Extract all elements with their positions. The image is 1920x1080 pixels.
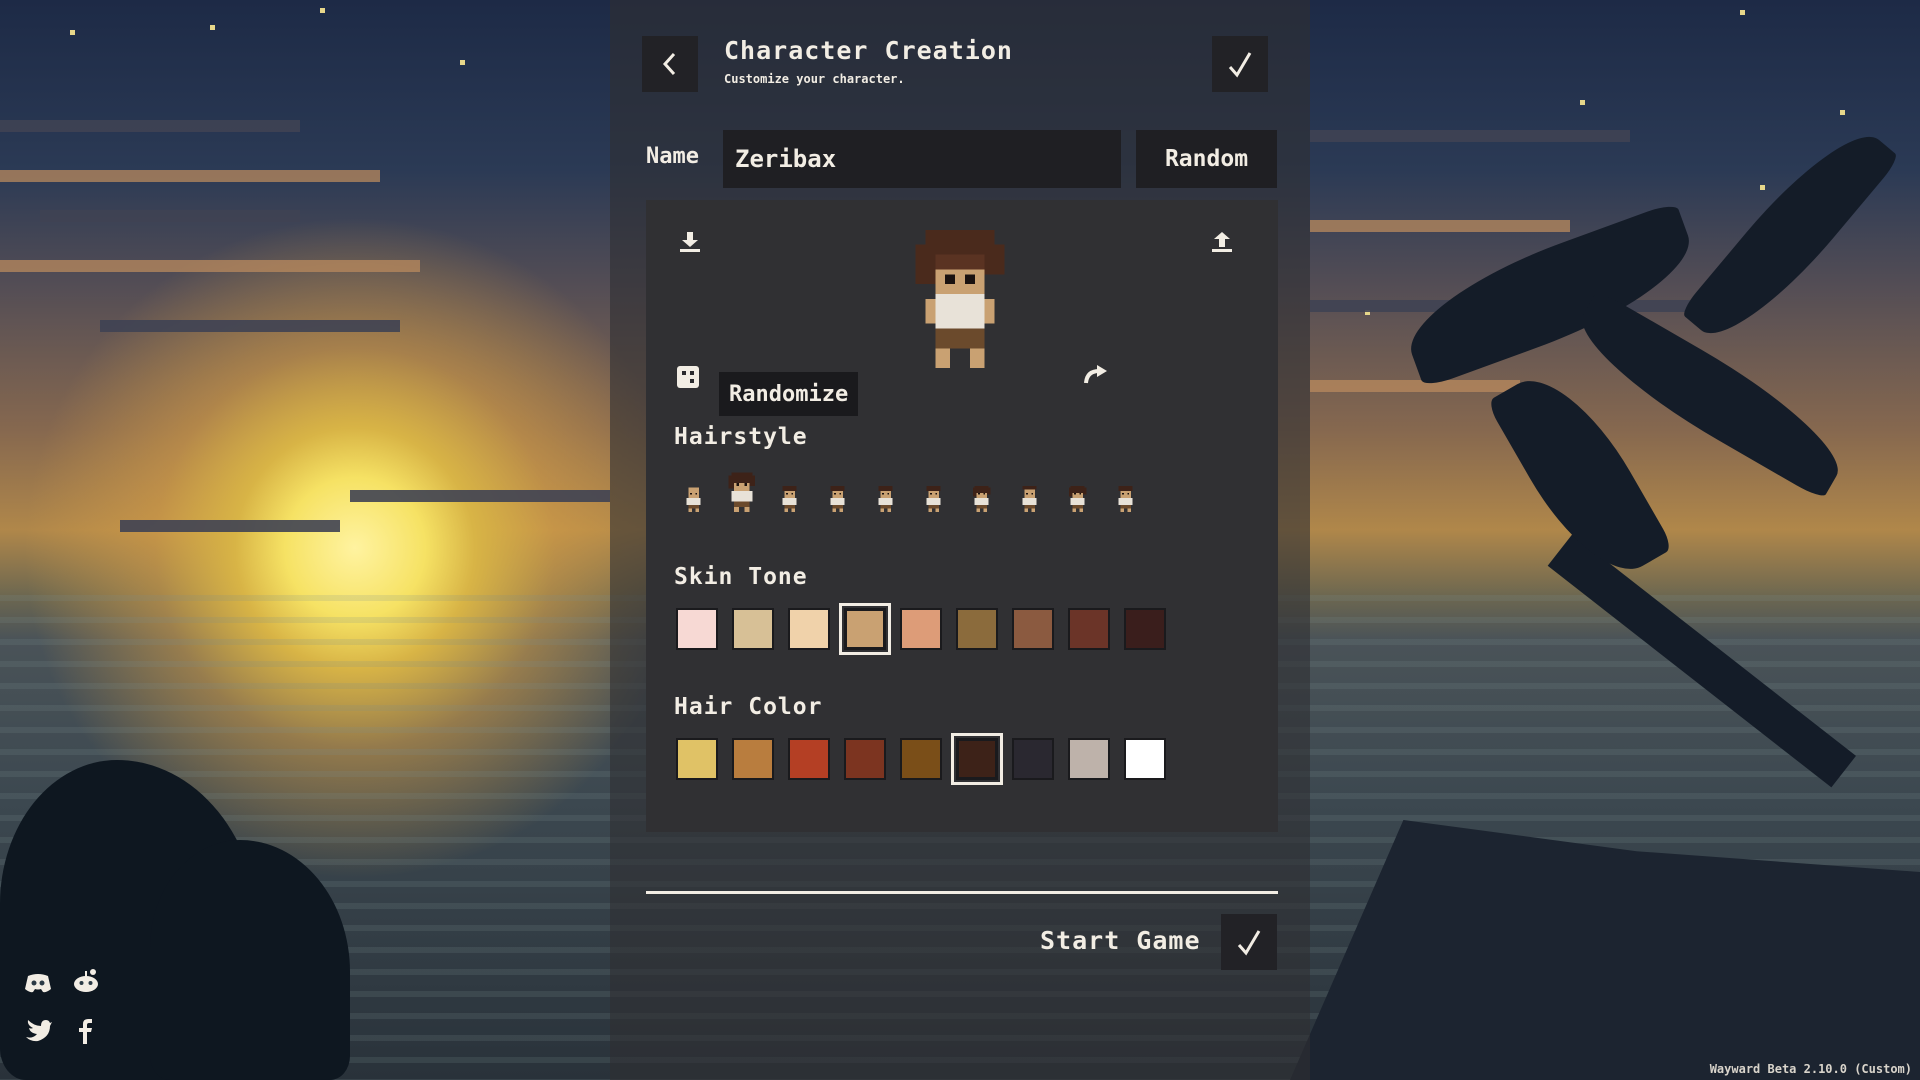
divider [646,891,1278,894]
star [70,30,75,35]
hair-color-swatch[interactable] [1012,738,1054,780]
hairstyle-option[interactable] [868,462,903,512]
hairstyle-option[interactable] [1108,462,1143,512]
hairstyle-sprite [728,472,755,512]
check-icon [1237,930,1261,956]
hairstyle-options [676,462,1143,512]
chevron-left-icon [662,52,676,76]
palm-leaf [1679,112,1901,358]
skin-tone-swatch[interactable] [732,608,774,650]
cloud [350,490,610,502]
hairstyle-sprite [686,487,701,512]
dice-icon [677,366,699,388]
star [1580,100,1585,105]
hair-color-label: Hair Color [674,694,823,720]
hairstyle-option[interactable] [676,462,711,512]
hair-color-swatch[interactable] [732,738,774,780]
confirm-button[interactable] [1212,36,1268,92]
hairstyle-label: Hairstyle [674,424,808,450]
twitter-icon [26,1020,52,1042]
export-button[interactable] [677,229,703,255]
hair-color-swatch[interactable] [844,738,886,780]
facebook-icon [79,1019,92,1044]
back-button[interactable] [642,36,698,92]
skin-tone-label: Skin Tone [674,564,808,590]
cloud [0,120,300,132]
start-game-label[interactable]: Start Game [1040,926,1201,955]
page-title: Character Creation [724,36,1013,65]
name-input[interactable] [723,130,1121,188]
rotate-button[interactable] [1080,362,1110,392]
hairstyle-option[interactable] [1012,462,1047,512]
hairstyle-option[interactable] [916,462,951,512]
hairstyle-sprite [1022,485,1037,512]
hairstyle-option[interactable] [724,462,759,512]
skin-tone-swatch[interactable] [788,608,830,650]
discord-link[interactable] [23,968,53,998]
cloud [40,210,300,222]
hair-color-swatch[interactable] [900,738,942,780]
check-icon [1228,52,1252,78]
hairstyle-sprite [926,485,941,512]
rotate-icon [1084,365,1107,384]
hairstyle-option[interactable] [1060,462,1095,512]
star [1740,10,1745,15]
import-button[interactable] [1209,229,1235,255]
hairstyle-sprite [878,485,893,512]
cloud [1310,220,1570,232]
reddit-icon [74,969,98,992]
name-label: Name [646,144,699,169]
hair-color-swatch[interactable] [1068,738,1110,780]
hairstyle-option[interactable] [772,462,807,512]
version-label: Wayward Beta 2.10.0 (Custom) [1709,1062,1912,1076]
random-name-button[interactable]: Random [1136,130,1277,188]
skin-tone-swatch[interactable] [1124,608,1166,650]
skin-tone-swatch[interactable] [900,608,942,650]
page-subtitle: Customize your character. [724,72,905,86]
cloud [0,170,380,182]
cloud [1310,130,1630,142]
hair-color-options [676,733,1166,785]
twitter-link[interactable] [23,1016,53,1046]
cloud [100,320,400,332]
hairstyle-option[interactable] [964,462,999,512]
skin-tone-swatch[interactable] [1068,608,1110,650]
skin-tone-swatch[interactable] [1012,608,1054,650]
skin-tone-options [676,603,1166,655]
hair-color-swatch[interactable] [1124,738,1166,780]
skin-tone-swatch[interactable] [676,608,718,650]
start-game-button[interactable] [1221,914,1277,970]
skin-tone-swatch[interactable] [839,603,891,655]
facebook-link[interactable] [71,1016,101,1046]
star [210,25,215,30]
cloud [120,520,340,532]
hairstyle-sprite [782,485,797,512]
star [1760,185,1765,190]
hair-color-swatch[interactable] [676,738,718,780]
hairstyle-sprite [830,485,845,512]
discord-icon [25,974,51,993]
hairstyle-sprite [1068,485,1087,512]
hairstyle-sprite [972,485,991,512]
cloud [1310,380,1520,392]
star [320,8,325,13]
hair-color-swatch[interactable] [788,738,830,780]
skin-tone-swatch[interactable] [956,608,998,650]
reddit-link[interactable] [71,966,101,996]
hairstyle-sprite [1118,485,1133,512]
cloud [0,260,420,272]
randomize-tooltip: Randomize [719,372,859,416]
download-icon [680,232,700,252]
randomize-button[interactable] [673,360,707,394]
star [1840,110,1845,115]
character-preview [915,229,1005,369]
star [460,60,465,65]
hairstyle-option[interactable] [820,462,855,512]
upload-icon [1212,232,1232,252]
hair-color-swatch[interactable] [951,733,1003,785]
